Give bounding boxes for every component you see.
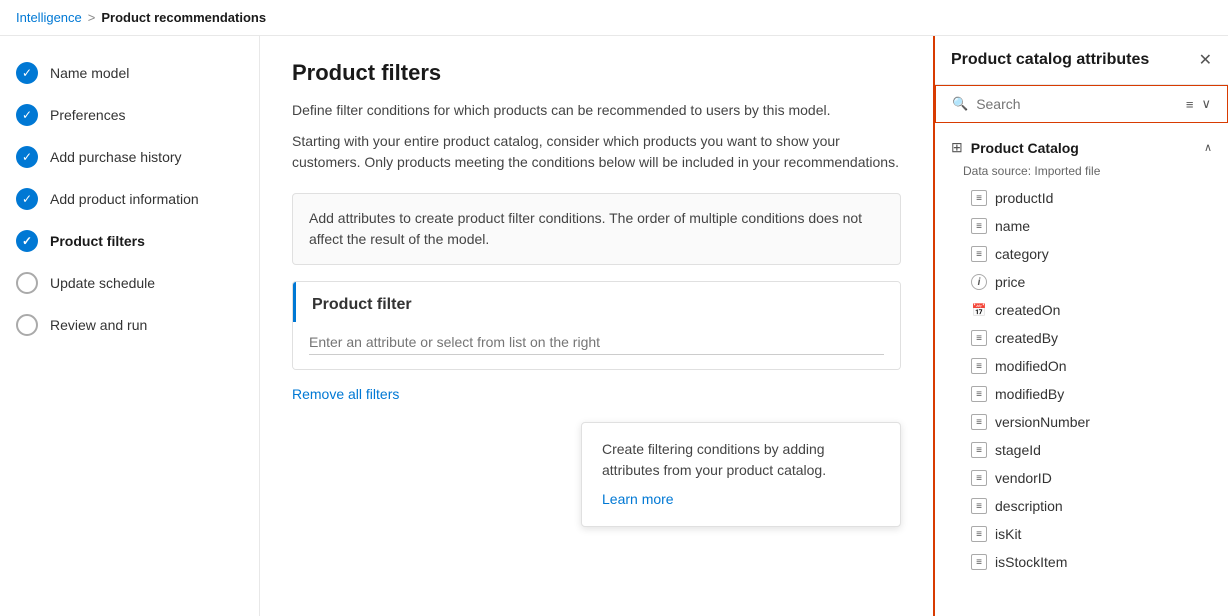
attr-icon-modifiedOn: ≡ (971, 358, 987, 374)
catalog-attributes: ≡ productId ≡ name ≡ category iprice 📅 createdOn… (935, 184, 1228, 576)
attr-icon-createdOn: 📅 (971, 302, 987, 318)
catalog-attr-modifiedOn[interactable]: ≡ modifiedOn (935, 352, 1228, 380)
catalog-attr-stageId[interactable]: ≡ stageId (935, 436, 1228, 464)
sidebar-label-add-purchase-history: Add purchase history (50, 149, 182, 165)
page-title: Product filters (292, 60, 901, 86)
filter-input-row (293, 322, 900, 369)
catalog-attr-isStockItem[interactable]: ≡ isStockItem (935, 548, 1228, 576)
step-icon-preferences: ✓ (16, 104, 38, 126)
content-area: Product filters Define filter conditions… (260, 36, 933, 616)
catalog-attr-price[interactable]: iprice (935, 268, 1228, 296)
right-panel: Product catalog attributes ✕ 🔍 ≡ ∨ ⊞ Pro… (933, 36, 1228, 616)
attr-label-price: price (995, 274, 1025, 290)
content-desc2: Starting with your entire product catalo… (292, 131, 901, 173)
catalog-attr-description[interactable]: ≡ description (935, 492, 1228, 520)
attr-icon-stageId: ≡ (971, 442, 987, 458)
filter-attribute-input[interactable] (309, 330, 884, 355)
catalog-group-header[interactable]: ⊞ Product Catalog ∧ (935, 131, 1228, 164)
catalog-attr-versionNumber[interactable]: ≡ versionNumber (935, 408, 1228, 436)
attr-icon-description: ≡ (971, 498, 987, 514)
catalog-attr-createdBy[interactable]: ≡ createdBy (935, 324, 1228, 352)
step-icon-name-model: ✓ (16, 62, 38, 84)
filter-card: Product filter (292, 281, 901, 370)
sidebar-item-add-product-information[interactable]: ✓ Add product information (0, 178, 259, 220)
table-icon: ⊞ (951, 139, 963, 156)
sidebar-label-add-product-information: Add product information (50, 191, 199, 207)
sidebar: ✓ Name model ✓ Preferences ✓ Add purchase his… (0, 36, 260, 616)
attr-label-modifiedBy: modifiedBy (995, 386, 1064, 402)
attr-label-category: category (995, 246, 1049, 262)
filter-card-title: Product filter (293, 282, 900, 322)
catalog-attr-isKit[interactable]: ≡ isKit (935, 520, 1228, 548)
attr-label-vendorID: vendorID (995, 470, 1052, 486)
sidebar-label-review-and-run: Review and run (50, 317, 147, 333)
step-icon-add-purchase-history: ✓ (16, 146, 38, 168)
sidebar-item-update-schedule[interactable]: Update schedule (0, 262, 259, 304)
learn-more-link[interactable]: Learn more (602, 489, 880, 510)
catalog-attr-name[interactable]: ≡ name (935, 212, 1228, 240)
sidebar-label-preferences: Preferences (50, 107, 125, 123)
info-box: Add attributes to create product filter … (292, 193, 901, 265)
attr-icon-vendorID: ≡ (971, 470, 987, 486)
filter-icon[interactable]: ≡ (1186, 97, 1194, 112)
attr-icon-isStockItem: ≡ (971, 554, 987, 570)
catalog-attr-createdOn[interactable]: 📅 createdOn (935, 296, 1228, 324)
attr-icon-productId: ≡ (971, 190, 987, 206)
sidebar-item-preferences[interactable]: ✓ Preferences (0, 94, 259, 136)
search-input[interactable] (976, 96, 1178, 112)
sidebar-item-product-filters[interactable]: ✓ Product filters (0, 220, 259, 262)
sidebar-label-product-filters: Product filters (50, 233, 145, 249)
attr-label-versionNumber: versionNumber (995, 414, 1090, 430)
attr-label-stageId: stageId (995, 442, 1041, 458)
right-panel-title: Product catalog attributes (951, 51, 1149, 69)
attr-label-createdBy: createdBy (995, 330, 1058, 346)
sidebar-item-name-model[interactable]: ✓ Name model (0, 52, 259, 94)
catalog-attr-category[interactable]: ≡ category (935, 240, 1228, 268)
breadcrumb-parent[interactable]: Intelligence (16, 10, 82, 25)
breadcrumb-current: Product recommendations (101, 10, 266, 25)
catalog-attr-vendorID[interactable]: ≡ vendorID (935, 464, 1228, 492)
step-icon-update-schedule (16, 272, 38, 294)
attr-label-isStockItem: isStockItem (995, 554, 1067, 570)
attr-label-modifiedOn: modifiedOn (995, 358, 1067, 374)
chevron-up-icon[interactable]: ∧ (1204, 141, 1212, 154)
sort-icon[interactable]: ∨ (1201, 96, 1211, 112)
catalog-attr-productId[interactable]: ≡ productId (935, 184, 1228, 212)
filter-tooltip: Create filtering conditions by adding at… (581, 422, 901, 527)
search-bar: 🔍 ≡ ∨ (935, 85, 1228, 123)
step-icon-add-product-information: ✓ (16, 188, 38, 210)
attr-label-isKit: isKit (995, 526, 1021, 542)
attr-label-name: name (995, 218, 1030, 234)
attr-icon-modifiedBy: ≡ (971, 386, 987, 402)
attr-icon-category: ≡ (971, 246, 987, 262)
attr-label-description: description (995, 498, 1063, 514)
sidebar-label-update-schedule: Update schedule (50, 275, 155, 291)
attr-icon-isKit: ≡ (971, 526, 987, 542)
step-icon-product-filters: ✓ (16, 230, 38, 252)
attr-icon-createdBy: ≡ (971, 330, 987, 346)
breadcrumb-separator: > (88, 10, 96, 25)
remove-filters-link[interactable]: Remove all filters (292, 386, 901, 402)
attr-icon-name: ≡ (971, 218, 987, 234)
attr-label-productId: productId (995, 190, 1053, 206)
step-icon-review-and-run (16, 314, 38, 336)
sidebar-label-name-model: Name model (50, 65, 129, 81)
catalog-datasource: Data source: Imported file (935, 164, 1228, 184)
tooltip-text: Create filtering conditions by adding at… (602, 441, 826, 478)
attr-icon-price: i (971, 274, 987, 290)
sidebar-item-review-and-run[interactable]: Review and run (0, 304, 259, 346)
catalog-list: ⊞ Product Catalog ∧ Data source: Importe… (935, 123, 1228, 616)
breadcrumb: Intelligence > Product recommendations (0, 0, 1228, 36)
catalog-attr-modifiedBy[interactable]: ≡ modifiedBy (935, 380, 1228, 408)
sidebar-item-add-purchase-history[interactable]: ✓ Add purchase history (0, 136, 259, 178)
catalog-group-name: Product Catalog (971, 140, 1079, 156)
attr-icon-versionNumber: ≡ (971, 414, 987, 430)
search-icon: 🔍 (952, 96, 968, 112)
content-desc1: Define filter conditions for which produ… (292, 100, 901, 121)
attr-label-createdOn: createdOn (995, 302, 1060, 318)
right-panel-header: Product catalog attributes ✕ (935, 36, 1228, 85)
close-button[interactable]: ✕ (1199, 50, 1212, 70)
